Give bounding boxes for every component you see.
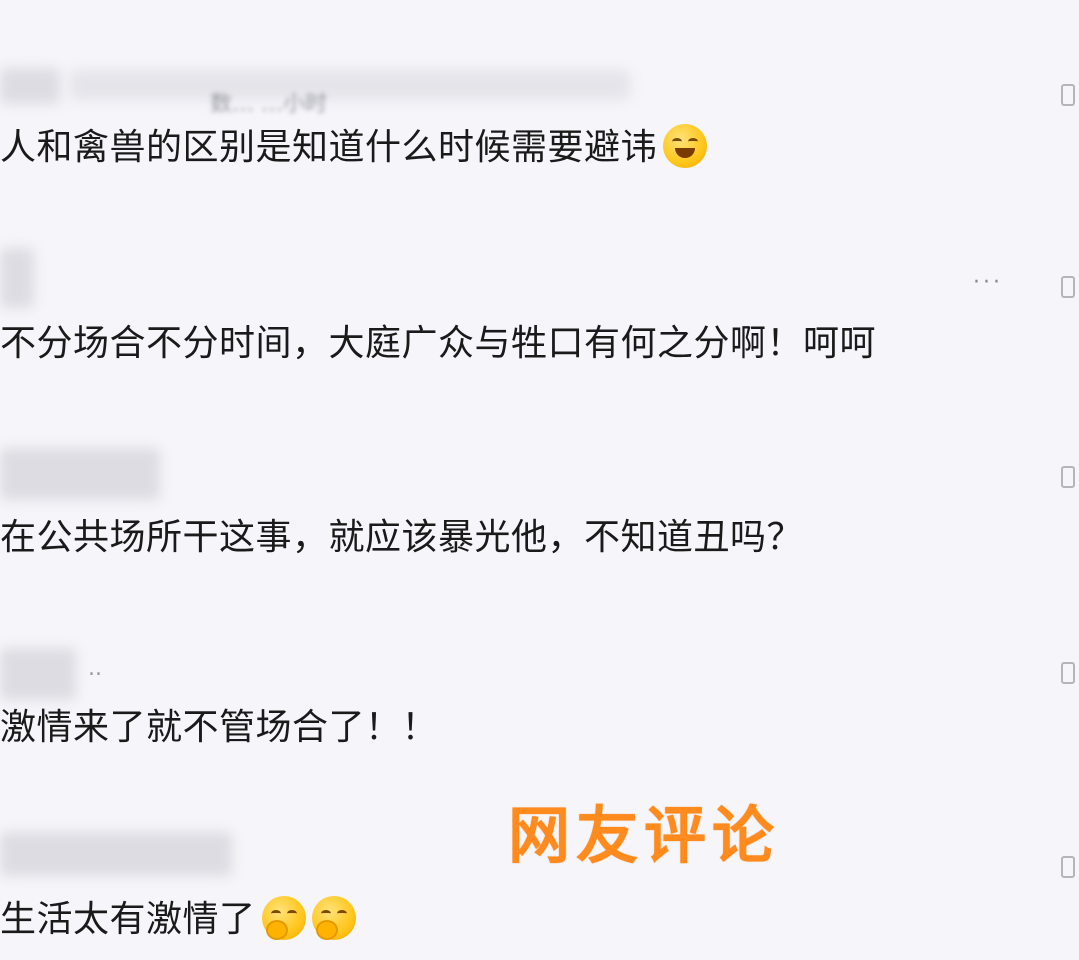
comment-text[interactable]: 激情来了就不管场合了！！ [0,706,438,750]
username [70,70,630,100]
like-icon[interactable] [1061,662,1075,684]
comment-text-content: 人和禽兽的区别是知道什么时候需要避讳 [0,127,658,168]
comment-text[interactable]: 生活太有激情了 [0,896,356,943]
watermark-caption: 网友评论 [508,799,781,872]
like-icon[interactable] [1061,466,1075,488]
comment-text-content: 不分场合不分时间，大庭广众与牲口有何之分啊！呵呵 [0,323,877,364]
like-icon[interactable] [1061,856,1075,878]
avatar [0,448,160,500]
comment-text[interactable]: 不分场合不分时间，大庭广众与牲口有何之分啊！呵呵 [0,322,876,366]
like-icon[interactable] [1061,276,1075,298]
avatar [0,832,232,876]
more-options-icon[interactable]: ··· [973,270,1003,295]
face-with-hand-over-mouth-icon [261,896,306,940]
avatar [0,248,34,308]
comment-text-content: 生活太有激情了 [0,899,256,940]
comment-text-content: 在公共场所干这事，就应该暴光他，不知道丑吗？ [0,517,804,558]
avatar [0,648,76,700]
comment-text-content: 激情来了就不管场合了！！ [0,707,439,748]
face-with-hand-over-mouth-icon [311,896,356,940]
comment-meta: 数… …小时 [210,92,327,117]
grinning-sweat-icon [663,124,708,168]
like-icon[interactable] [1061,84,1075,106]
avatar [0,68,60,104]
comment-text[interactable]: 人和禽兽的区别是知道什么时候需要避讳 [0,124,708,171]
comment-meta: .. [88,656,102,681]
comment-text[interactable]: 在公共场所干这事，就应该暴光他，不知道丑吗？ [0,516,803,560]
